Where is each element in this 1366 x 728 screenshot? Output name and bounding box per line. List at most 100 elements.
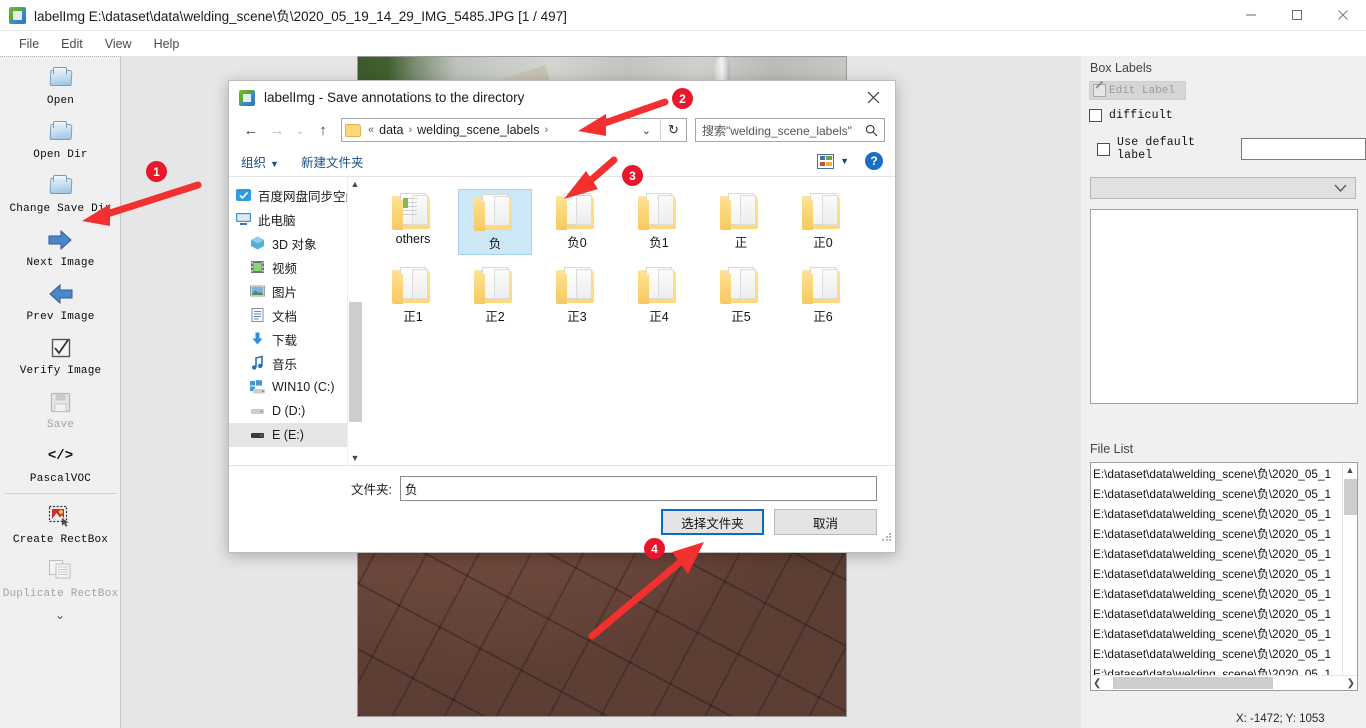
tree-item-win10-c[interactable]: WIN10 (C:) — [229, 375, 362, 399]
list-item[interactable]: E:\dataset\data\welding_scene\负\2020_05_… — [1091, 624, 1342, 644]
baidu-netdisk-icon — [235, 187, 252, 203]
list-item[interactable]: E:\dataset\data\welding_scene\负\2020_05_… — [1091, 464, 1342, 484]
label-combo-box[interactable] — [1090, 177, 1356, 199]
toolbar-item-open-dir[interactable]: Open Dir — [0, 111, 121, 165]
menu-view[interactable]: View — [94, 34, 143, 54]
folder-icon — [392, 267, 434, 304]
list-item[interactable]: E:\dataset\data\welding_scene\负\2020_05_… — [1091, 564, 1342, 584]
scroll-up-icon[interactable]: ▲ — [351, 177, 360, 192]
refresh-icon[interactable]: ↻ — [660, 118, 686, 142]
tree-item-baidu-netdisk[interactable]: 百度网盘同步空间 — [229, 183, 362, 207]
folder-item-zheng0[interactable]: 正0 — [786, 189, 860, 255]
address-dropdown-chevron-down-icon[interactable]: ⌄ — [633, 124, 660, 137]
breadcrumb-welding-scene-labels[interactable]: welding_scene_labels — [415, 123, 541, 137]
tree-item-music[interactable]: 音乐 — [229, 351, 362, 375]
scroll-left-icon[interactable]: ❮ — [1093, 678, 1101, 689]
folder-item-zheng2[interactable]: 正2 — [458, 263, 532, 327]
tree-item-drive-d[interactable]: D (D:) — [229, 399, 362, 423]
search-input[interactable]: 搜索"welding_scene_labels" — [702, 122, 865, 139]
dialog-close-icon[interactable] — [851, 81, 895, 114]
tree-item-this-pc[interactable]: 此电脑 — [229, 207, 362, 231]
labelimg-icon — [9, 7, 26, 24]
folder-item-others[interactable]: others — [376, 189, 450, 255]
tree-vertical-scrollbar[interactable]: ▲ ▼ — [347, 177, 362, 465]
folder-item-zheng5[interactable]: 正5 — [704, 263, 778, 327]
list-item[interactable]: E:\dataset\data\welding_scene\负\2020_05_… — [1091, 544, 1342, 564]
view-mode-chevron-down-icon[interactable]: ▼ — [840, 156, 849, 166]
address-bar[interactable]: « data › welding_scene_labels › ⌄ ↻ — [341, 118, 687, 142]
toolbar-label-prev-image: Prev Image — [26, 311, 94, 323]
menu-help[interactable]: Help — [143, 34, 191, 54]
scrollbar-thumb[interactable] — [1344, 479, 1357, 515]
save-directory-dialog: labelImg - Save annotations to the direc… — [228, 80, 896, 553]
folder-item-zheng3[interactable]: 正3 — [540, 263, 614, 327]
file-list-box[interactable]: E:\dataset\data\welding_scene\负\2020_05_… — [1090, 462, 1358, 691]
help-icon[interactable]: ? — [865, 152, 883, 170]
folder-grid: others 负 负0 — [376, 189, 895, 327]
new-folder-button[interactable]: 新建文件夹 — [301, 152, 364, 171]
toolbar-item-next-image[interactable]: Next Image — [0, 219, 121, 273]
default-label-input[interactable] — [1241, 138, 1366, 160]
tree-item-drive-e[interactable]: E (E:) — [229, 423, 362, 447]
folder-item-zheng1[interactable]: 正1 — [376, 263, 450, 327]
box-labels-list[interactable] — [1090, 209, 1358, 404]
folder-name-input[interactable]: 负 — [400, 476, 877, 501]
select-folder-button[interactable]: 选择文件夹 — [661, 509, 764, 535]
list-item[interactable]: E:\dataset\data\welding_scene\负\2020_05_… — [1091, 504, 1342, 524]
folder-grid-pane[interactable]: others 负 负0 — [362, 177, 895, 465]
minimize-icon[interactable] — [1228, 0, 1274, 31]
toolbar-item-change-save-dir[interactable]: Change Save Dir — [0, 165, 121, 219]
toolbar-item-create-rectbox[interactable]: Create RectBox — [0, 496, 121, 550]
tree-item-3d-objects[interactable]: 3D 对象 — [229, 231, 362, 255]
scroll-right-icon[interactable]: ❯ — [1347, 678, 1355, 689]
list-item[interactable]: E:\dataset\data\welding_scene\负\2020_05_… — [1091, 584, 1342, 604]
folder-item-fu[interactable]: 负 — [458, 189, 532, 255]
list-item[interactable]: E:\dataset\data\welding_scene\负\2020_05_… — [1091, 644, 1342, 664]
scroll-down-icon[interactable]: ▼ — [351, 451, 360, 465]
view-mode-icon[interactable] — [817, 154, 834, 169]
forward-icon[interactable]: → — [265, 118, 289, 142]
recent-locations-chevron-down-icon[interactable]: ⌄ — [291, 118, 309, 142]
tree-item-pictures[interactable]: 图片 — [229, 279, 362, 303]
scroll-up-icon[interactable]: ▲ — [1346, 463, 1355, 477]
folder-name-row: 文件夹: 负 — [229, 466, 895, 501]
difficult-checkbox[interactable] — [1089, 109, 1102, 122]
toolbar-item-pascalvoc[interactable]: </> PascalVOC — [0, 435, 121, 489]
resize-grip-icon[interactable] — [882, 532, 892, 542]
floppy-disk-icon — [48, 390, 74, 414]
list-item[interactable]: E:\dataset\data\welding_scene\负\2020_05_… — [1091, 604, 1342, 624]
scrollbar-thumb[interactable] — [349, 302, 362, 422]
list-item[interactable]: E:\dataset\data\welding_scene\负\2020_05_… — [1091, 484, 1342, 504]
close-icon[interactable] — [1320, 0, 1366, 31]
toolbar-item-prev-image[interactable]: Prev Image — [0, 273, 121, 327]
folder-name: 正0 — [813, 232, 832, 251]
toolbar-item-verify-image[interactable]: Verify Image — [0, 327, 121, 381]
cancel-button[interactable]: 取消 — [774, 509, 877, 535]
window-controls — [1228, 0, 1366, 31]
folder-item-zheng[interactable]: 正 — [704, 189, 778, 255]
toolbar-overflow-chevron-down-icon[interactable]: ⌄ — [0, 604, 120, 622]
folder-item-zheng6[interactable]: 正6 — [786, 263, 860, 327]
menu-file[interactable]: File — [8, 34, 50, 54]
hscrollbar-thumb[interactable] — [1113, 677, 1273, 689]
organize-button[interactable]: 组织▼ — [241, 152, 279, 171]
folder-item-zheng4[interactable]: 正4 — [622, 263, 696, 327]
list-item[interactable]: E:\dataset\data\welding_scene\负\2020_05_… — [1091, 524, 1342, 544]
toolbar-item-open[interactable]: Open — [0, 57, 121, 111]
file-list-vertical-scrollbar[interactable]: ▲ ▼ — [1342, 463, 1357, 690]
maximize-icon[interactable] — [1274, 0, 1320, 31]
tree-item-videos[interactable]: 视频 — [229, 255, 362, 279]
up-icon[interactable]: ↑ — [311, 118, 335, 142]
folder-icon — [556, 267, 598, 304]
tree-item-downloads[interactable]: 下载 — [229, 327, 362, 351]
search-box[interactable]: 搜索"welding_scene_labels" — [695, 118, 885, 142]
use-default-label-checkbox[interactable] — [1097, 143, 1110, 156]
difficult-checkbox-row[interactable]: difficult — [1089, 109, 1366, 122]
folder-item-fu0[interactable]: 负0 — [540, 189, 614, 255]
menu-edit[interactable]: Edit — [50, 34, 94, 54]
folder-item-fu1[interactable]: 负1 — [622, 189, 696, 255]
tree-item-documents[interactable]: 文档 — [229, 303, 362, 327]
file-list-horizontal-scrollbar[interactable]: ❮ ❯ — [1091, 675, 1357, 690]
breadcrumb-data[interactable]: data — [377, 123, 405, 137]
back-icon[interactable]: ← — [239, 118, 263, 142]
